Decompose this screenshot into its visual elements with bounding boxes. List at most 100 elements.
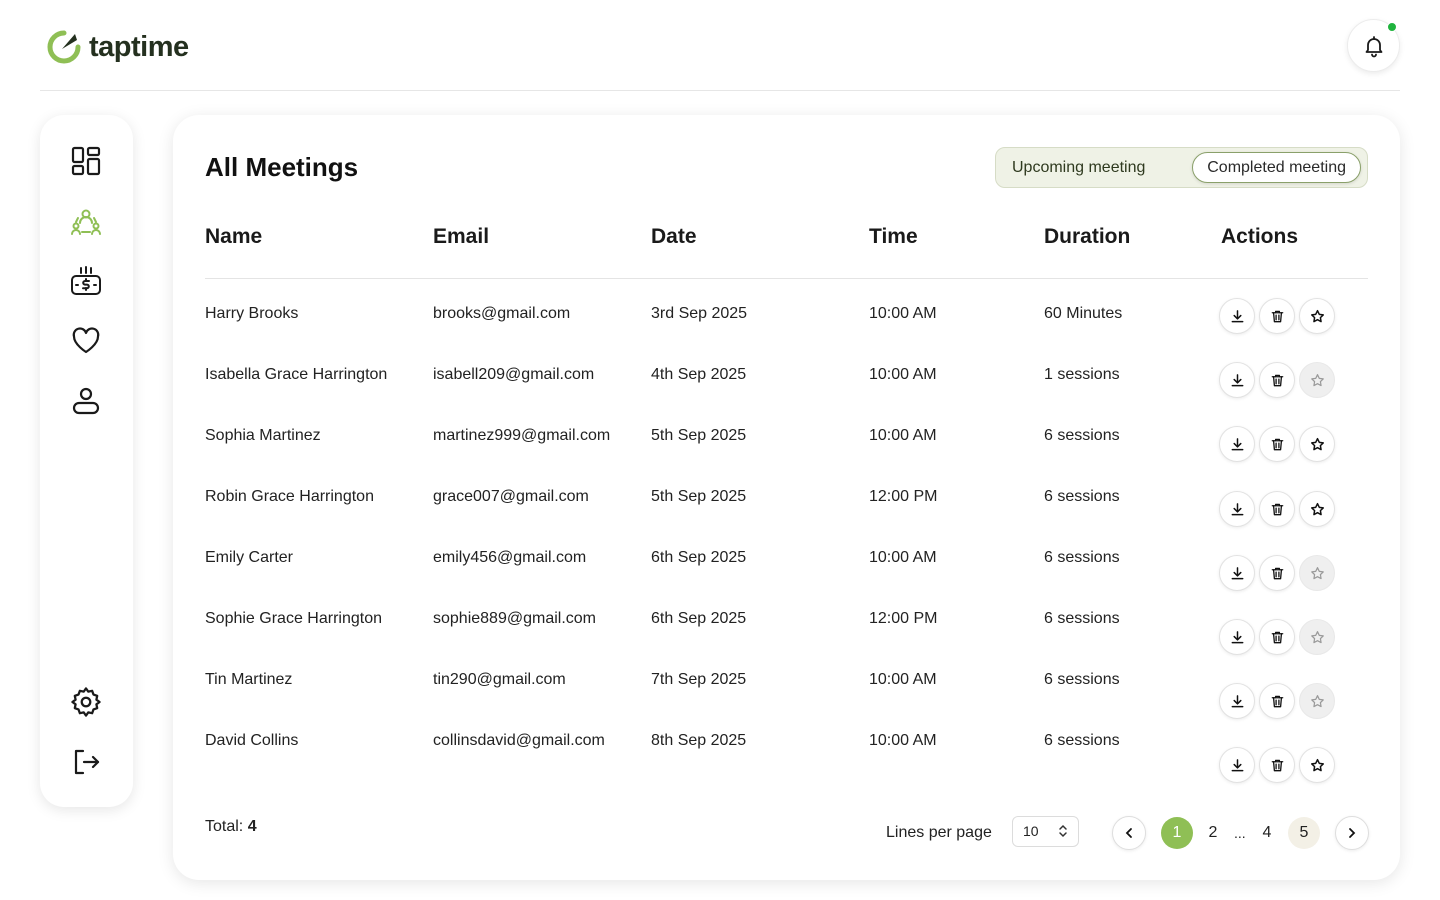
page-button-4[interactable]: 4	[1251, 817, 1283, 849]
cell-duration: 1 sessions	[1044, 366, 1120, 383]
total-value: 4	[247, 818, 257, 835]
table-row: Sophia Martinez martinez999@gmail.com 5th …	[205, 401, 1368, 462]
tab-upcoming-meeting[interactable]: Upcoming meeting	[998, 152, 1159, 183]
favorite-button[interactable]	[1299, 298, 1335, 334]
total-count: Total: 4	[205, 818, 257, 836]
cell-time: 10:00 AM	[869, 732, 937, 749]
column-header-duration: Duration	[1044, 225, 1131, 248]
sidebar-item-dashboard[interactable]	[66, 141, 106, 181]
cell-time: 12:00 PM	[869, 488, 938, 505]
notification-button[interactable]	[1347, 19, 1400, 72]
column-header-time: Time	[869, 225, 918, 248]
cell-name: Tin Martinez	[205, 671, 293, 688]
row-actions	[1219, 747, 1335, 783]
download-icon	[1231, 437, 1243, 450]
sidebar-item-meetings[interactable]	[66, 201, 106, 241]
column-header-email: Email	[433, 225, 490, 248]
download-button[interactable]	[1219, 362, 1255, 398]
row-actions	[1219, 362, 1335, 398]
sidebar-item-profile[interactable]	[66, 381, 106, 421]
heart-icon	[72, 327, 100, 354]
delete-button[interactable]	[1259, 747, 1295, 783]
tab-completed-meeting[interactable]: Completed meeting	[1192, 152, 1361, 183]
cell-email: tin290@gmail.com	[433, 671, 566, 688]
favorite-button[interactable]	[1299, 747, 1335, 783]
payment-icon	[71, 266, 101, 295]
meeting-type-toggle: Upcoming meeting Completed meeting	[995, 147, 1368, 188]
download-icon	[1231, 758, 1243, 771]
cell-date: 8th Sep 2025	[651, 732, 747, 749]
row-actions	[1219, 298, 1335, 334]
cell-date: 6th Sep 2025	[651, 549, 747, 566]
download-button[interactable]	[1219, 298, 1255, 334]
cell-email: martinez999@gmail.com	[433, 427, 611, 444]
download-icon	[1231, 309, 1243, 322]
cell-duration: 6 sessions	[1044, 732, 1120, 749]
previous-page-button[interactable]	[1112, 816, 1146, 850]
cell-duration: 6 sessions	[1044, 671, 1120, 688]
app-name: taptime	[89, 30, 189, 63]
row-actions	[1219, 491, 1335, 527]
download-icon	[1231, 502, 1243, 515]
cell-name: Sophie Grace Harrington	[205, 610, 382, 627]
user-icon	[72, 387, 100, 415]
lines-per-page-select[interactable]: 10	[1012, 816, 1079, 847]
delete-button[interactable]	[1259, 298, 1295, 334]
download-button[interactable]	[1219, 491, 1255, 527]
cell-name: Emily Carter	[205, 549, 294, 566]
sidebar-item-favorites[interactable]	[66, 321, 106, 361]
sidebar-item-logout[interactable]	[66, 742, 106, 782]
group-meeting-icon	[71, 209, 101, 235]
favorite-button[interactable]	[1299, 426, 1335, 462]
delete-button[interactable]	[1259, 362, 1295, 398]
star-icon	[1310, 373, 1324, 386]
logo[interactable]: taptime	[45, 28, 189, 66]
cell-date: 5th Sep 2025	[651, 427, 747, 444]
cell-email: isabell209@gmail.com	[433, 366, 595, 383]
notification-dot	[1387, 22, 1397, 32]
page-title: All Meetings	[205, 152, 359, 182]
sidebar-item-payments[interactable]	[66, 261, 106, 301]
download-icon	[1231, 373, 1243, 386]
cell-time: 10:00 AM	[869, 305, 937, 322]
column-header-name: Name	[205, 225, 263, 248]
trash-icon	[1271, 631, 1283, 643]
logout-icon	[74, 749, 100, 775]
lines-per-page-value: 10	[1023, 823, 1039, 839]
delete-button[interactable]	[1259, 426, 1295, 462]
meetings-table-body: Harry Brooks brooks@gmail.com 3rd Sep 2025…	[205, 279, 1368, 783]
cell-date: 4th Sep 2025	[651, 366, 747, 383]
next-page-button[interactable]	[1335, 816, 1369, 850]
bell-icon	[1365, 35, 1382, 57]
star-icon	[1310, 502, 1324, 515]
cell-email: grace007@gmail.com	[433, 488, 589, 505]
star-icon	[1310, 309, 1324, 322]
table-row: Robin Grace Harrington grace007@gmail.com…	[205, 462, 1368, 527]
sidebar-item-settings[interactable]	[66, 682, 106, 722]
page-button-2[interactable]: 2	[1197, 817, 1229, 849]
cell-email: sophie889@gmail.com	[433, 610, 596, 627]
favorite-button[interactable]	[1299, 491, 1335, 527]
meetings-card: All Meetings Upcoming meeting Completed …	[173, 115, 1400, 880]
page-button-1[interactable]: 1	[1161, 817, 1193, 849]
download-button[interactable]	[1219, 426, 1255, 462]
download-icon	[1231, 566, 1243, 579]
cell-email: emily456@gmail.com	[433, 549, 587, 566]
cell-time: 12:00 PM	[869, 610, 938, 627]
table-row: David Collins collinsdavid@gmail.com 8th S…	[205, 706, 1368, 783]
cell-name: Sophia Martinez	[205, 427, 321, 444]
star-icon	[1310, 758, 1324, 771]
trash-icon	[1271, 374, 1283, 386]
cell-duration: 6 sessions	[1044, 549, 1120, 566]
page-button-5[interactable]: 5	[1288, 817, 1320, 849]
cell-duration: 60 Minutes	[1044, 305, 1123, 322]
table-row: Tin Martinez tin290@gmail.com 7th Sep 2025…	[205, 645, 1368, 719]
cell-time: 10:00 AM	[869, 549, 937, 566]
download-button[interactable]	[1219, 747, 1255, 783]
column-header-date: Date	[651, 225, 697, 248]
dashboard-grid-icon	[71, 146, 101, 176]
delete-button[interactable]	[1259, 491, 1295, 527]
total-label: Total:	[205, 818, 244, 835]
favorite-button[interactable]	[1299, 362, 1335, 398]
cell-time: 10:00 AM	[869, 671, 937, 688]
